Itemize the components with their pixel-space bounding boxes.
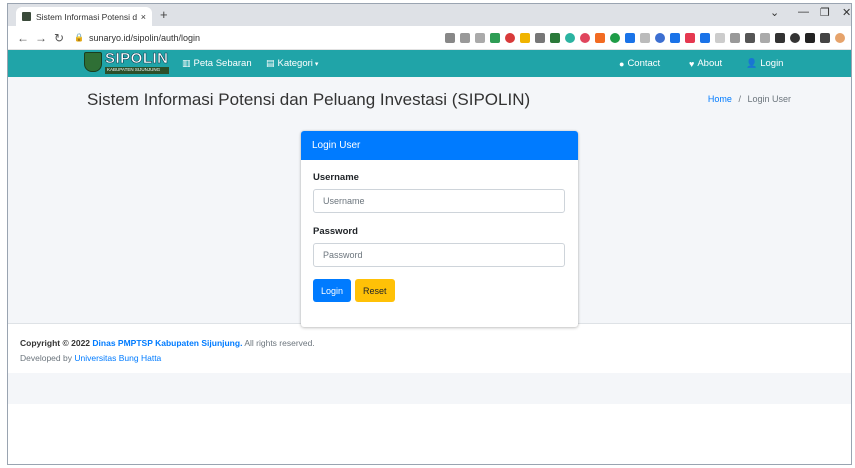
nav-peta-sebaran[interactable]: ▥ Peta Sebaran (182, 58, 252, 69)
extension-dark-icon[interactable] (775, 32, 785, 43)
nav-kategori[interactable]: ▤ Kategori ▾ (266, 58, 318, 69)
site-footer: Copyright © 2022 Dinas PMPTSP Kabupaten … (8, 323, 851, 373)
org-link[interactable]: Dinas PMPTSP Kabupaten Sijunjung. (92, 338, 242, 348)
heart-icon: ♥ (689, 58, 695, 69)
user-icon: 👤 (746, 58, 758, 68)
chevron-down-icon: ▾ (314, 60, 319, 68)
logo-text-block: SIPOLIN KABUPATEN SIJUNJUNG (105, 51, 169, 74)
extension-search-icon[interactable] (790, 32, 800, 43)
browser-window: Sistem Informasi Potensi dan Pel × + ⌄ —… (7, 3, 852, 465)
extension-gray-icon[interactable] (640, 32, 650, 43)
back-icon[interactable]: ← (14, 31, 32, 45)
username-input[interactable]: Username (313, 189, 565, 213)
minimize-icon[interactable]: — (798, 6, 809, 18)
copyright-prefix: Copyright © 2022 (20, 338, 91, 348)
nav-contact-label: Contact (627, 58, 661, 69)
logo-text: SIPOLIN (105, 50, 169, 67)
extension-grid-icon[interactable] (745, 32, 755, 43)
nav-contact[interactable]: ● Contact (619, 58, 660, 69)
reset-button[interactable]: Reset (355, 279, 395, 302)
login-button[interactable]: Login (313, 279, 352, 302)
login-card-body: Username Username Password Password Logi… (301, 160, 578, 314)
login-card-header: Login User (301, 131, 578, 160)
nav-about[interactable]: ♥ About (689, 58, 722, 69)
logo-subtext: KABUPATEN SIJUNJUNG (105, 67, 169, 74)
tab-search-icon[interactable]: ⌄ (770, 6, 779, 19)
developer-link[interactable]: Universitas Bung Hatta (74, 353, 161, 363)
nav-about-label: About (697, 58, 723, 69)
avatar[interactable] (835, 32, 845, 43)
extension-pink-icon[interactable] (580, 32, 590, 43)
nav-login[interactable]: 👤 Login (746, 58, 783, 69)
extension-arrow-icon[interactable] (670, 32, 680, 43)
breadcrumb-current: Login User (747, 94, 791, 104)
extension-orange-icon[interactable] (595, 32, 605, 43)
share-icon[interactable] (460, 32, 470, 43)
forward-icon[interactable]: → (32, 31, 50, 45)
extension-hangouts-icon[interactable] (610, 32, 620, 43)
form-buttons: Login Reset (313, 279, 566, 302)
extension-yellow-icon[interactable] (520, 32, 530, 43)
breadcrumb: Home / Login User (708, 94, 791, 104)
browser-toolbar: ← → ↻ 🔒 sunaryo.id/sipolin/auth/login (8, 26, 851, 50)
breadcrumb-home[interactable]: Home (708, 94, 732, 104)
rights-text: All rights reserved. (244, 338, 315, 348)
extension-mic-icon[interactable] (730, 32, 740, 43)
developed-prefix: Developed by (20, 353, 72, 363)
puzzle-icon[interactable] (805, 32, 815, 43)
extension-blue-icon[interactable] (625, 32, 635, 43)
extension-circle-icon[interactable] (655, 32, 665, 43)
developer-line: Developed by Universitas Bung Hatta (20, 351, 839, 366)
extension-green-icon[interactable] (550, 32, 560, 43)
main-content: Sistem Informasi Potensi dan Peluang Inv… (8, 77, 851, 327)
copyright-line: Copyright © 2022 Dinas PMPTSP Kabupaten … (20, 336, 839, 351)
browser-tab[interactable]: Sistem Informasi Potensi dan Pel × (16, 7, 152, 26)
extension-plus-icon[interactable] (490, 32, 500, 43)
extension-camera-icon[interactable] (535, 32, 545, 43)
username-label: Username (313, 172, 359, 183)
site-navbar: SIPOLIN KABUPATEN SIJUNJUNG ▥ Peta Sebar… (8, 50, 851, 77)
extension-box-icon[interactable] (700, 32, 710, 43)
extension-light-icon[interactable] (715, 32, 725, 43)
nav-login-label: Login (760, 58, 784, 69)
url-text: sunaryo.id/sipolin/auth/login (88, 32, 201, 43)
side-panel-icon[interactable] (820, 32, 830, 43)
extension-red-icon[interactable] (505, 32, 515, 43)
page-bottom-area (8, 373, 851, 404)
page-title: Sistem Informasi Potensi dan Peluang Inv… (87, 90, 531, 109)
password-input[interactable]: Password (313, 243, 565, 267)
tab-strip: Sistem Informasi Potensi dan Pel × + ⌄ —… (8, 4, 851, 26)
reload-icon[interactable]: ↻ (50, 31, 68, 45)
extension-teal-icon[interactable] (565, 32, 575, 43)
address-bar[interactable]: 🔒 sunaryo.id/sipolin/auth/login (74, 29, 314, 47)
emblem-icon (84, 52, 102, 73)
close-window-icon[interactable]: ✕ (842, 6, 851, 19)
site-logo[interactable]: SIPOLIN KABUPATEN SIJUNJUNG (84, 51, 169, 74)
breadcrumb-separator: / (738, 94, 741, 104)
key-icon[interactable] (445, 32, 455, 43)
extension-shield-icon[interactable] (685, 32, 695, 43)
site-favicon-icon (22, 12, 31, 21)
maximize-icon[interactable]: ❐ (820, 6, 830, 19)
password-label: Password (313, 226, 358, 237)
star-icon[interactable] (475, 32, 485, 43)
nav-peta-sebaran-label: Peta Sebaran (193, 58, 252, 69)
nav-kategori-label: Kategori (277, 58, 313, 69)
new-tab-button[interactable]: + (160, 7, 168, 22)
extension-doc-icon[interactable] (760, 32, 770, 43)
login-card: Login User Username Username Password Pa… (301, 131, 578, 327)
tab-title: Sistem Informasi Potensi dan Pel (36, 11, 137, 22)
lock-icon: 🔒 (74, 33, 84, 42)
tab-close-icon[interactable]: × (141, 12, 146, 22)
chat-icon: ● (619, 58, 625, 69)
extensions-bar (445, 32, 845, 43)
category-icon: ▤ (266, 58, 275, 68)
map-icon: ▥ (182, 58, 191, 68)
